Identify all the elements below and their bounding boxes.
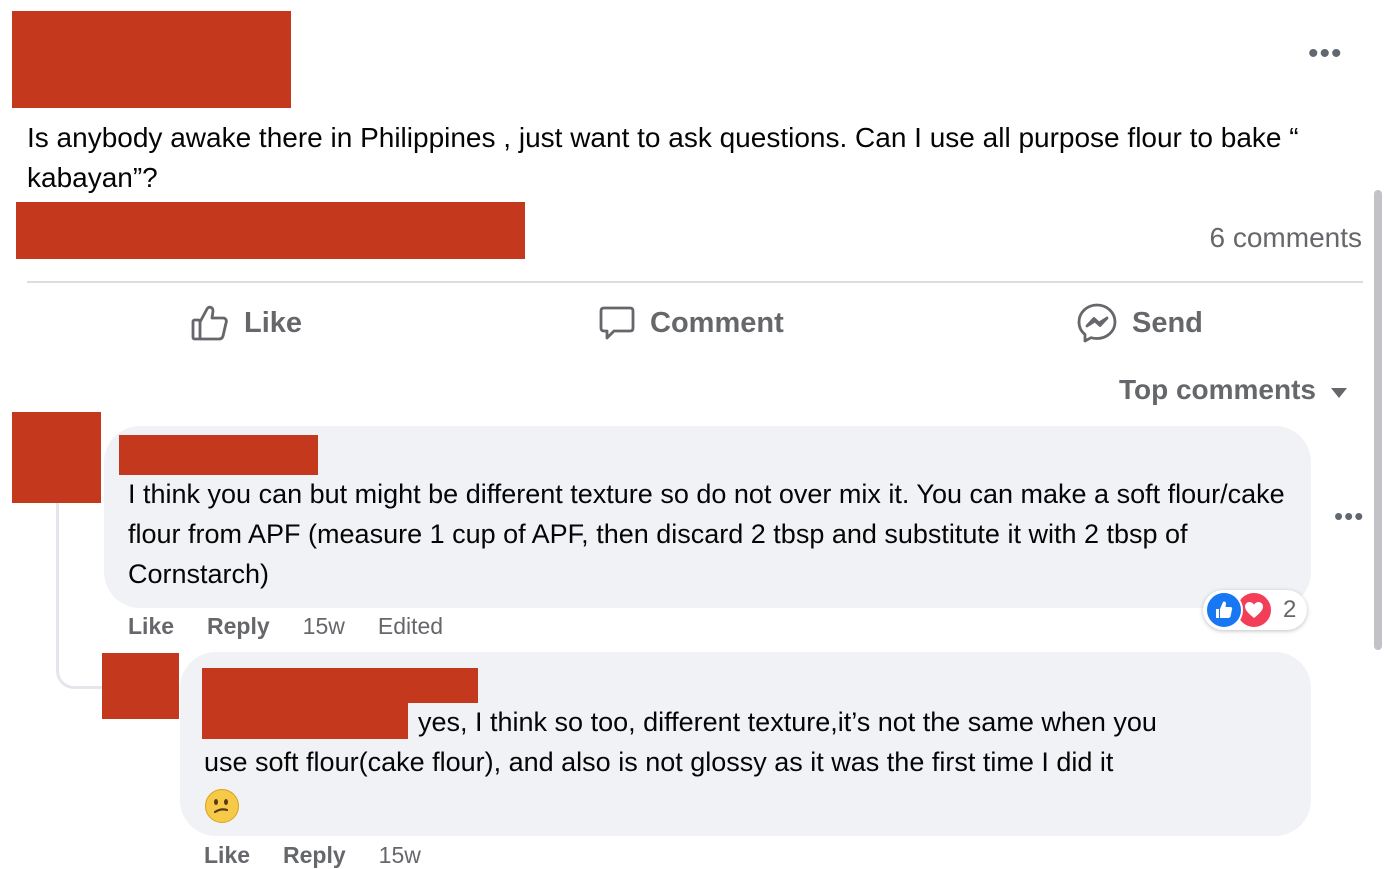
reaction-count: 2 [1283,596,1297,623]
reply-text: use soft flour(cake flour), and also is … [204,747,1114,777]
reply-text-first-line: yes, I think so too, different texture,i… [418,707,1157,737]
redacted-author [12,11,291,108]
thread-connector [56,500,105,689]
reply-meta: Like Reply 15w [204,842,421,869]
like-button-label: Like [244,306,303,339]
like-reaction-icon [1205,591,1243,629]
comment-timestamp[interactable]: 15w [303,613,345,640]
like-button[interactable]: Like [190,300,302,346]
reply-reply-link[interactable]: Reply [283,842,346,869]
redacted-reactions-summary [16,202,525,259]
caret-down-icon [1330,374,1348,406]
comment-like-link[interactable]: Like [128,613,174,640]
send-button-label: Send [1132,306,1203,339]
redacted-reply-name [202,668,478,703]
speech-bubble-icon [598,304,636,342]
comment-reactions[interactable]: 2 [1203,590,1307,630]
comment-edited-label: Edited [377,613,444,639]
comment-button-label: Comment [650,306,784,339]
reply-like-link[interactable]: Like [204,842,250,869]
scrollbar-thumb[interactable] [1374,190,1382,650]
comment-sort-label: Top comments [1118,374,1316,405]
confused-face-icon [205,789,239,823]
comment-text: I think you can but might be different t… [128,479,1285,589]
post-more-options-icon[interactable]: ••• [1308,39,1343,69]
reply-timestamp[interactable]: 15w [379,842,421,869]
comments-count[interactable]: 6 comments [1210,222,1363,254]
comment-reply-link[interactable]: Reply [207,613,270,640]
redacted-commenter-avatar [12,412,101,503]
divider [27,281,1363,283]
messenger-icon [1076,302,1118,344]
redacted-mention [202,703,408,739]
comment-sort-dropdown[interactable]: Top comments [1119,374,1348,406]
comment-button[interactable]: Comment [598,300,784,346]
comment-meta: Like Reply 15w Edited [128,613,443,640]
send-button[interactable]: Send [1076,300,1203,346]
thumbs-up-icon [190,303,230,343]
comment-more-options-icon[interactable]: ••• [1334,503,1364,529]
redacted-commenter-name [119,435,318,475]
post-body-text: Is anybody awake there in Philippines , … [27,122,1299,193]
redacted-reply-avatar [102,653,179,719]
